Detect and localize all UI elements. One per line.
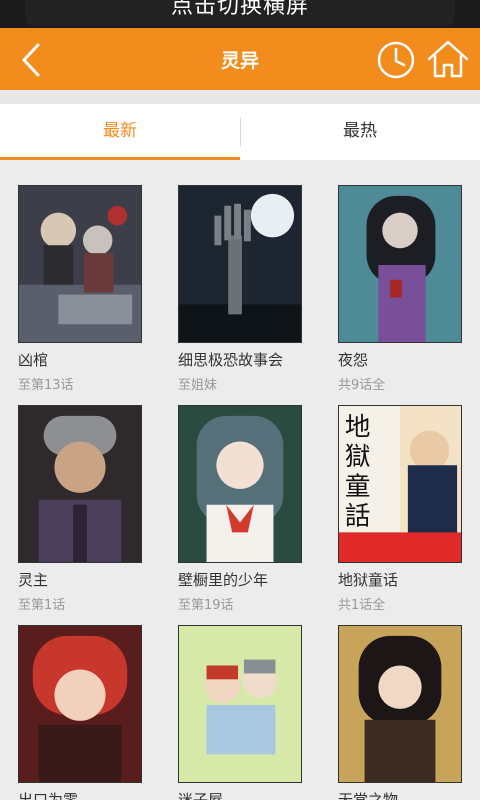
comic-cover[interactable] — [338, 185, 462, 343]
comic-cover[interactable] — [178, 185, 302, 343]
svg-text:童: 童 — [345, 472, 371, 502]
comic-status: 至第13话 — [18, 378, 74, 393]
comic-card[interactable]: 凶棺 至第13话 — [18, 185, 142, 393]
svg-text:獄: 獄 — [345, 442, 371, 472]
svg-text:地: 地 — [345, 413, 371, 443]
comic-card[interactable]: 迷子屋 — [178, 625, 302, 800]
comic-card[interactable]: 无常之物 — [338, 625, 462, 800]
comic-cover[interactable] — [178, 625, 302, 783]
orientation-banner[interactable]: 点击切换横屏 — [0, 0, 480, 28]
comic-title[interactable]: 无常之物 — [338, 789, 462, 800]
comic-title[interactable]: 地狱童话 — [338, 569, 462, 590]
comic-cover[interactable] — [338, 625, 462, 783]
comic-card[interactable]: 夜怨 共9话全 — [338, 185, 462, 393]
comic-title[interactable]: 灵主 — [18, 569, 142, 590]
comic-title[interactable]: 细思极恐故事会 — [178, 349, 302, 370]
comic-cover[interactable]: 地 獄 童 話 — [338, 405, 462, 563]
app-header: 灵异 — [0, 28, 480, 90]
comic-card[interactable]: 壁橱里的少年 至第19话 — [178, 405, 302, 613]
comic-status: 至第1话 — [18, 598, 66, 613]
comic-card[interactable]: 灵主 至第1话 — [18, 405, 142, 613]
comic-title[interactable]: 夜怨 — [338, 349, 462, 370]
comic-grid: 凶棺 至第13话 细思极恐故事会 至姐妹 夜怨 共9话全 灵主 至第1话 壁橱里… — [0, 160, 480, 800]
tab-latest[interactable]: 最新 — [0, 104, 240, 160]
comic-title[interactable]: 出口为零 — [18, 789, 142, 800]
comic-cover[interactable] — [18, 405, 142, 563]
comic-status: 至姐妹 — [178, 378, 218, 393]
tab-hottest[interactable]: 最热 — [240, 104, 480, 160]
comic-card[interactable]: 地 獄 童 話 地狱童话 共1话全 — [338, 405, 462, 613]
comic-title[interactable]: 迷子屋 — [178, 789, 302, 800]
comic-cover[interactable] — [178, 405, 302, 563]
comic-card[interactable]: 细思极恐故事会 至姐妹 — [178, 185, 302, 393]
comic-status: 共9话全 — [338, 378, 386, 393]
comic-card[interactable]: 出口为零 — [18, 625, 142, 800]
comic-cover[interactable] — [18, 185, 142, 343]
tab-bar: 最新 最热 — [0, 104, 480, 160]
svg-text:話: 話 — [345, 501, 371, 531]
comic-status: 至第19话 — [178, 598, 234, 613]
orientation-banner-text[interactable]: 点击切换横屏 — [0, 0, 480, 20]
tab-hottest-label: 最热 — [343, 121, 377, 141]
comic-title[interactable]: 壁橱里的少年 — [178, 569, 302, 590]
clock-icon[interactable] — [376, 40, 416, 80]
home-icon[interactable] — [426, 38, 470, 80]
comic-title[interactable]: 凶棺 — [18, 349, 142, 370]
tab-latest-label: 最新 — [103, 121, 137, 141]
header-spacer — [0, 90, 480, 104]
comic-status: 共1话全 — [338, 598, 386, 613]
comic-cover[interactable] — [18, 625, 142, 783]
